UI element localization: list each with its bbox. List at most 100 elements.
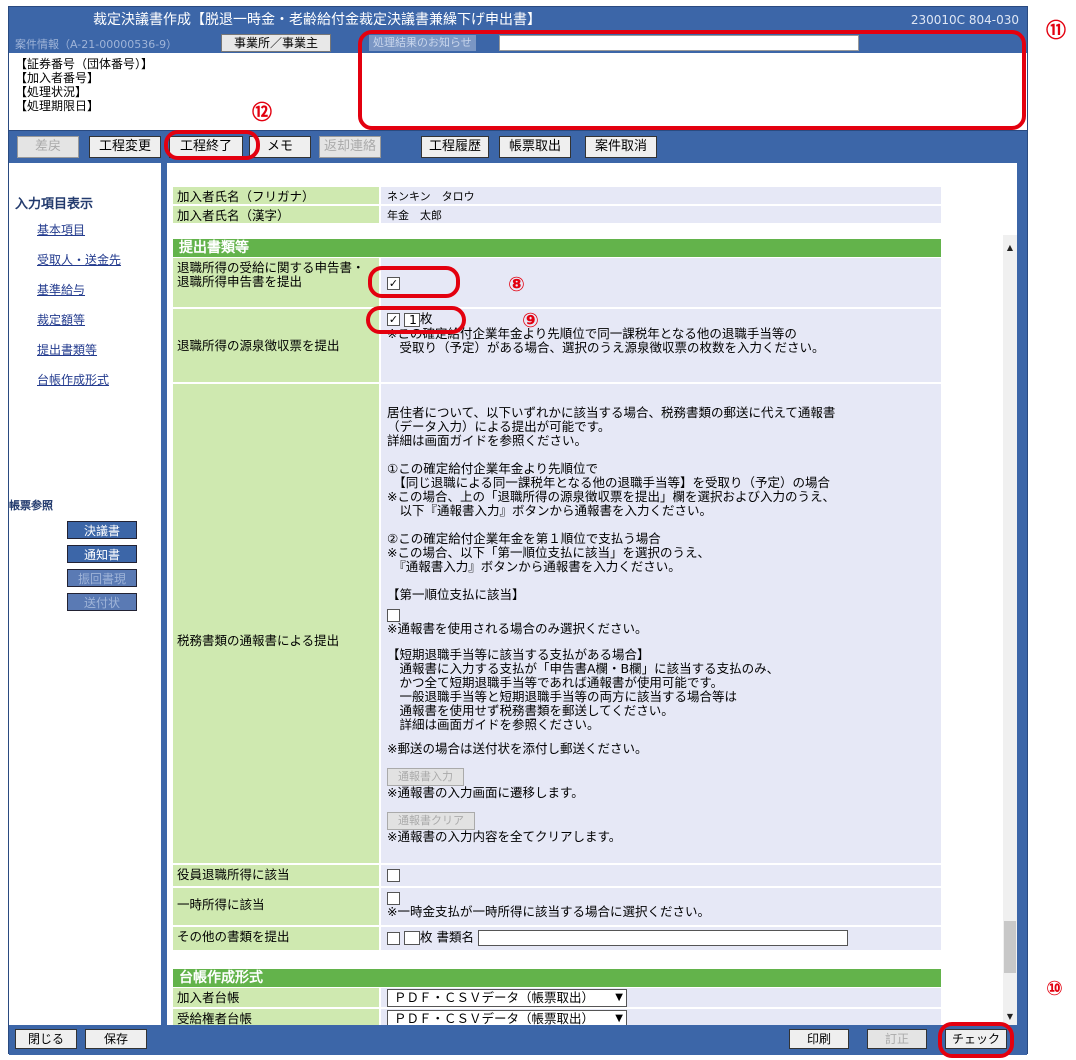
doc-name-input[interactable] bbox=[477, 930, 848, 946]
row-temp-income: 一時所得に該当 ※一時金支払が一時所得に該当する場合に選択ください。 bbox=[173, 888, 941, 926]
form-retrieve-button[interactable]: 帳票取出 bbox=[499, 136, 571, 158]
tax-note-case1: ①この確定給付企業年金より先順位で 【同じ退職による同一課税年となる他の退職手当… bbox=[387, 461, 835, 518]
office-owner-button[interactable]: 事業所／事業主 bbox=[221, 34, 331, 52]
nav-link-submitted-docs[interactable]: 提出書類等 bbox=[37, 341, 97, 358]
withhold-note: ※この確定給付企業年金より先順位で同一課税年となる他の退職手当等の 受取り（予定… bbox=[387, 325, 825, 355]
other-docs-unit: 枚 bbox=[419, 929, 433, 945]
highlight-finish-button bbox=[164, 130, 260, 160]
nav-link-basic[interactable]: 基本項目 bbox=[37, 221, 85, 238]
tax-note-intro: 居住者について、以下いずれかに該当する場合、税務書類の郵送に代えて通報書 （デー… bbox=[387, 405, 836, 448]
ref-notice-button[interactable]: 通知書 bbox=[67, 545, 137, 563]
member-ledger-selected: ＰＤＦ・ＣＳＶデータ（帳票取出） bbox=[394, 990, 595, 1005]
nav-heading: 入力項目表示 bbox=[15, 197, 94, 212]
section-ledger-header: 台帳作成形式 bbox=[173, 969, 941, 987]
annotation-9: ⑨ bbox=[522, 308, 539, 332]
case-cancel-button[interactable]: 案件取消 bbox=[585, 136, 657, 158]
other-docs-checkbox[interactable] bbox=[387, 931, 400, 945]
recipient-ledger-select[interactable]: ＰＤＦ・ＣＳＶデータ（帳票取出） ▼ bbox=[387, 1010, 627, 1025]
ref-cover-button[interactable]: 送付状 bbox=[67, 593, 137, 611]
officer-label: 役員退職所得に該当 bbox=[173, 865, 379, 886]
status-process-state: 【処理状況】 bbox=[15, 85, 88, 99]
report-input-button[interactable]: 通報書入力 bbox=[387, 768, 464, 786]
nav-link-recipient[interactable]: 受取人・送金先 bbox=[37, 251, 121, 268]
row-retire-decl: 退職所得の受給に関する申告書・退職所得申告書を提出 ✓ bbox=[173, 258, 941, 308]
highlight-withhold-checkbox bbox=[366, 306, 466, 334]
annotation-11: ⑪ bbox=[1046, 18, 1066, 42]
highlight-retire-decl-checkbox bbox=[368, 266, 460, 298]
row-kana: 加入者氏名（フリガナ） ネンキン タロウ bbox=[173, 187, 941, 205]
officer-checkbox[interactable] bbox=[387, 869, 400, 882]
status-lines: 【証券番号（団体番号）】 【加入者番号】 【処理状況】 【処理期限日】 bbox=[15, 57, 153, 113]
return-contact-button[interactable]: 返却連絡 bbox=[319, 136, 381, 158]
chevron-down-icon: ▼ bbox=[615, 1013, 623, 1024]
kanji-value: 年金 太郎 bbox=[381, 206, 941, 223]
row-member-ledger: 加入者台帳 ＰＤＦ・ＣＳＶデータ（帳票取出） ▼ bbox=[173, 988, 941, 1008]
ref-heading: 帳票参照 bbox=[9, 499, 53, 512]
status-policy-number: 【証券番号（団体番号）】 bbox=[15, 57, 154, 71]
case-info: 案件情報（A-21-00000536-9） bbox=[15, 38, 178, 51]
scroll-up-icon[interactable]: ▲ bbox=[1003, 243, 1017, 252]
kana-value: ネンキン タロウ bbox=[381, 187, 941, 204]
vertical-scrollbar[interactable]: ▲ ▼ bbox=[1003, 235, 1017, 1025]
back-button[interactable]: 差戻 bbox=[17, 136, 79, 158]
scroll-down-icon[interactable]: ▼ bbox=[1003, 1012, 1017, 1021]
temp-income-label: 一時所得に該当 bbox=[173, 888, 379, 925]
tax-note-case2: ②この確定給付企業年金を第１順位で支払う場合 ※この場合、以下「第一順位支払に該… bbox=[387, 531, 710, 574]
left-nav: 入力項目表示 基本項目 受取人・送金先 基準給与 裁定額等 提出書類等 台帳作成… bbox=[9, 163, 161, 1025]
status-deadline: 【処理期限日】 bbox=[15, 99, 100, 113]
withhold-label: 退職所得の源泉徴収票を提出 bbox=[173, 309, 379, 382]
retire-decl-label: 退職所得の受給に関する申告書・退職所得申告書を提出 bbox=[173, 258, 379, 307]
member-ledger-label: 加入者台帳 bbox=[173, 988, 379, 1007]
recipient-ledger-label: 受給権者台帳 bbox=[173, 1009, 379, 1025]
print-button[interactable]: 印刷 bbox=[789, 1029, 849, 1049]
temp-income-note: ※一時金支払が一時所得に該当する場合に選択ください。 bbox=[387, 904, 710, 919]
member-ledger-select[interactable]: ＰＤＦ・ＣＳＶデータ（帳票取出） ▼ bbox=[387, 989, 627, 1007]
tax-report-label: 税務書類の通報書による提出 bbox=[173, 384, 379, 863]
process-history-button[interactable]: 工程履歴 bbox=[421, 136, 489, 158]
main-content: 加入者氏名（フリガナ） ネンキン タロウ 加入者氏名（漢字） 年金 太郎 提出書… bbox=[167, 163, 1017, 1025]
report-input-note: ※通報書の入力画面に遷移します。 bbox=[387, 785, 584, 800]
highlight-check-button bbox=[938, 1022, 1014, 1058]
close-button[interactable]: 閉じる bbox=[15, 1029, 77, 1049]
row-other-docs: その他の書類を提出 枚 書類名 bbox=[173, 927, 941, 951]
annotation-12: ⑫ bbox=[252, 100, 272, 124]
doc-name-label: 書類名 bbox=[436, 929, 474, 945]
row-kanji: 加入者氏名（漢字） 年金 太郎 bbox=[173, 206, 941, 224]
bottom-bar: 閉じる 保存 印刷 訂正 チェック bbox=[9, 1025, 1027, 1055]
row-recipient-ledger: 受給権者台帳 ＰＤＦ・ＣＳＶデータ（帳票取出） ▼ bbox=[173, 1009, 941, 1025]
chevron-down-icon: ▼ bbox=[615, 992, 623, 1003]
row-tax-report: 税務書類の通報書による提出 居住者について、以下いずれかに該当する場合、税務書類… bbox=[173, 384, 941, 864]
kanji-label: 加入者氏名（漢字） bbox=[173, 206, 379, 223]
retire-decl-value: ✓ bbox=[381, 258, 941, 307]
mail-note: ※郵送の場合は送付状を添付し郵送ください。 bbox=[387, 741, 648, 756]
annotation-8: ⑧ bbox=[508, 272, 525, 296]
correct-button[interactable]: 訂正 bbox=[867, 1029, 927, 1049]
annotation-10: ⑩ bbox=[1046, 976, 1063, 1000]
nav-link-ledger-format[interactable]: 台帳作成形式 bbox=[37, 371, 109, 388]
other-docs-label: その他の書類を提出 bbox=[173, 927, 379, 950]
short-term-note: 【短期退職手当等に該当する支払がある場合】 通報書に入力する支払が「申告書A欄・… bbox=[387, 647, 780, 732]
highlight-notice-area bbox=[358, 30, 1026, 130]
kana-label: 加入者氏名（フリガナ） bbox=[173, 187, 379, 204]
recipient-ledger-selected: ＰＤＦ・ＣＳＶデータ（帳票取出） bbox=[394, 1011, 595, 1025]
other-docs-count-input[interactable] bbox=[403, 931, 420, 945]
row-officer: 役員退職所得に該当 bbox=[173, 865, 941, 887]
nav-link-award-amount[interactable]: 裁定額等 bbox=[37, 311, 85, 328]
first-pay-label: 【第一順位支払に該当】 bbox=[387, 587, 525, 602]
scroll-thumb[interactable] bbox=[1004, 921, 1016, 973]
section-docs-header: 提出書類等 bbox=[173, 239, 941, 257]
app-window: 裁定決議書作成【脱退一時金・老齢給付金裁定決議書兼繰下げ申出書】 230010C… bbox=[8, 6, 1028, 1055]
toolbar: 差戻 工程変更 工程終了 メモ 返却連絡 工程履歴 帳票取出 案件取消 bbox=[9, 132, 1027, 162]
nav-link-base-salary[interactable]: 基準給与 bbox=[37, 281, 85, 298]
first-pay-note: ※通報書を使用される場合のみ選択ください。 bbox=[387, 621, 648, 636]
window-title: 裁定決議書作成【脱退一時金・老齢給付金裁定決議書兼繰下げ申出書】 bbox=[93, 12, 541, 28]
save-button[interactable]: 保存 bbox=[85, 1029, 147, 1049]
ref-transfer-button[interactable]: 振回書現 bbox=[67, 569, 137, 587]
ref-decision-button[interactable]: 決議書 bbox=[67, 521, 137, 539]
report-clear-button[interactable]: 通報書クリア bbox=[387, 812, 475, 830]
tax-report-value: 居住者について、以下いずれかに該当する場合、税務書類の郵送に代えて通報書 （デー… bbox=[381, 384, 941, 863]
report-clear-note: ※通報書の入力内容を全てクリアします。 bbox=[387, 829, 622, 844]
status-member-number: 【加入者番号】 bbox=[15, 71, 100, 85]
row-withhold: 退職所得の源泉徴収票を提出 ✓ 1枚 ※この確定給付企業年金より先順位で同一課税… bbox=[173, 309, 941, 383]
process-change-button[interactable]: 工程変更 bbox=[89, 136, 161, 158]
